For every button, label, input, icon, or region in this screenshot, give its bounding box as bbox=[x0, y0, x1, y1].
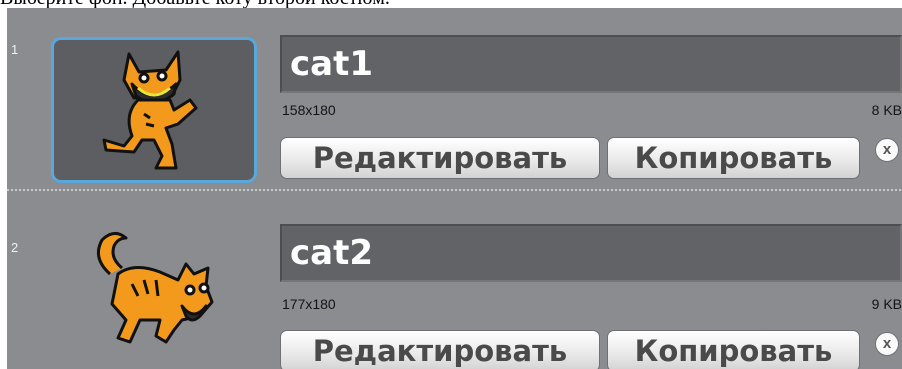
delete-icon[interactable]: x bbox=[875, 332, 899, 356]
costume-item: 2 177x180 9 KB Редактировать Копировать … bbox=[7, 192, 902, 369]
copy-button[interactable]: Копировать bbox=[607, 330, 860, 369]
cat-costume-1-icon bbox=[102, 50, 198, 170]
costume-list: 1 158x180 8 KB Редактировать Копировать … bbox=[7, 8, 902, 369]
instruction-text: Выберите фон. Добавьте коту второй костю… bbox=[0, 0, 902, 8]
costume-name-field[interactable] bbox=[280, 224, 902, 282]
edit-button[interactable]: Редактировать bbox=[280, 137, 600, 179]
costume-dimensions: 158x180 bbox=[282, 102, 336, 118]
costume-item: 1 158x180 8 KB Редактировать Копировать … bbox=[7, 8, 902, 188]
costume-file-size: 9 KB bbox=[871, 296, 902, 312]
copy-button[interactable]: Копировать bbox=[607, 137, 860, 179]
costume-name-field[interactable] bbox=[280, 35, 902, 93]
cat-costume-2-icon bbox=[96, 232, 214, 344]
costume-number: 1 bbox=[11, 42, 19, 57]
costume-thumbnail[interactable] bbox=[51, 37, 257, 183]
edit-button[interactable]: Редактировать bbox=[280, 330, 600, 369]
costume-thumbnail[interactable] bbox=[51, 214, 253, 356]
costume-number: 2 bbox=[11, 240, 19, 255]
delete-icon[interactable]: x bbox=[875, 138, 899, 162]
costume-file-size: 8 KB bbox=[871, 102, 902, 118]
divider bbox=[7, 189, 902, 191]
costume-dimensions: 177x180 bbox=[282, 296, 336, 312]
